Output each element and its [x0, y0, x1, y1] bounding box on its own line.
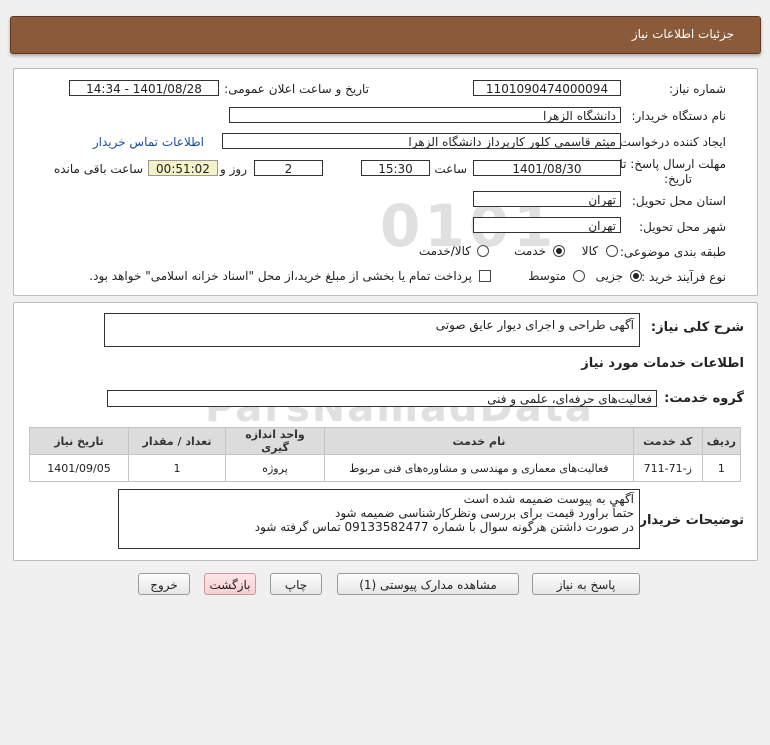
- requester-field: میثم قاسمی کلور کارپرداز دانشگاه الزهرا: [222, 133, 621, 149]
- category-service-radio[interactable]: [553, 245, 565, 257]
- treasury-payment-checkbox[interactable]: [479, 270, 491, 282]
- city-field: تهران: [473, 217, 621, 233]
- treasury-payment-note: پرداخت تمام یا بخشی از مبلغ خرید،از محل …: [89, 269, 472, 283]
- print-button[interactable]: چاپ: [270, 573, 322, 595]
- process-minor-label: جزیی: [595, 269, 623, 283]
- buyer-note-line: حتماً براورد قیمت برای بررسی ونظرکارشناس…: [334, 506, 634, 520]
- general-description-label: شرح کلی نیاز:: [650, 320, 744, 335]
- deadline-label-1: مهلت ارسال پاسخ: تا: [619, 157, 726, 171]
- cell-service-code: ز-71-711: [632, 454, 703, 482]
- requester-label: ایجاد کننده درخواست:: [615, 135, 726, 149]
- category-service-label: خدمت: [514, 244, 546, 258]
- col-unit: واحد اندازه گیری: [225, 427, 325, 455]
- exit-button[interactable]: خروج: [138, 573, 190, 595]
- buyer-notes-label: توضیحات خریدار:: [634, 513, 744, 528]
- col-service-code: کد خدمت: [632, 427, 703, 455]
- col-row: ردیف: [701, 427, 742, 455]
- category-goods-radio[interactable]: [606, 245, 618, 257]
- back-button[interactable]: بازگشت: [204, 573, 256, 595]
- deadline-time-field: 15:30: [361, 160, 430, 176]
- cell-unit: پروژه: [225, 454, 325, 482]
- cell-row: 1: [701, 454, 742, 482]
- category-goods-label: کالا: [581, 244, 598, 258]
- col-need-date: تاریخ نیاز: [29, 427, 129, 455]
- category-label: طبقه بندی موضوعی:: [619, 245, 726, 259]
- announce-label: تاریخ و ساعت اعلان عمومی:: [224, 82, 369, 96]
- city-label: شهر محل تحویل:: [639, 220, 726, 234]
- cell-need-date: 1401/09/05: [29, 454, 129, 482]
- province-field: تهران: [473, 191, 621, 207]
- buyer-contact-link[interactable]: اطلاعات تماس خریدار: [93, 135, 204, 149]
- process-medium-label: متوسط: [528, 269, 566, 283]
- category-goods-service-radio[interactable]: [477, 245, 489, 257]
- days-label: روز و: [220, 162, 247, 176]
- buyer-org-label: نام دستگاه خریدار:: [631, 109, 727, 123]
- general-description-field: آگهی طراحی و اجرای دیوار عایق صوتی: [104, 313, 640, 347]
- buyer-note-line: آگهی به پیوست ضمیمه شده است: [463, 492, 634, 506]
- remaining-time-field: 00:51:02: [148, 160, 218, 176]
- need-number-field: 1101090474000094: [473, 80, 621, 96]
- buyer-note-line: در صورت داشتن هرگونه سوال با شماره 09133…: [254, 520, 634, 534]
- cell-quantity: 1: [128, 454, 226, 482]
- cell-service-name: فعالیت‌های معماری و مهندسی و مشاوره‌های …: [324, 454, 634, 482]
- service-group-field: فعالیت‌های حرفه‌ای، علمی و فنی: [107, 390, 657, 407]
- need-number-label: شماره نیاز:: [669, 82, 726, 96]
- province-label: استان محل تحویل:: [631, 194, 726, 208]
- deadline-date-field: 1401/08/30: [473, 160, 621, 176]
- col-service-name: نام خدمت: [324, 427, 634, 455]
- deadline-time-label: ساعت: [434, 162, 467, 176]
- remaining-days-field: 2: [254, 160, 323, 176]
- services-table: ردیف کد خدمت نام خدمت واحد اندازه گیری ت…: [29, 427, 742, 482]
- remaining-time-label: ساعت باقی مانده: [53, 162, 143, 176]
- process-type-label: نوع فرآیند خرید :: [641, 270, 726, 284]
- page-header: جزئیات اطلاعات نیاز: [10, 16, 761, 54]
- buyer-org-field: دانشگاه الزهرا: [229, 107, 621, 123]
- process-minor-radio[interactable]: [630, 270, 642, 282]
- reply-button[interactable]: پاسخ به نیاز: [532, 573, 640, 595]
- deadline-label-2: تاریخ:: [664, 172, 692, 186]
- category-goods-service-label: کالا/خدمت: [418, 244, 471, 258]
- attachments-button[interactable]: مشاهده مدارک پیوستی (1): [337, 573, 519, 595]
- table-row: 1 ز-71-711 فعالیت‌های معماری و مهندسی و …: [29, 454, 742, 482]
- services-section-title: اطلاعات خدمات مورد نیاز: [581, 356, 744, 371]
- buyer-notes-field: آگهی به پیوست ضمیمه شده است حتماً براورد…: [118, 489, 640, 549]
- process-medium-radio[interactable]: [573, 270, 585, 282]
- announce-datetime-field: 1401/08/28 - 14:34: [69, 80, 219, 96]
- services-table-header: ردیف کد خدمت نام خدمت واحد اندازه گیری ت…: [29, 427, 742, 455]
- col-quantity: تعداد / مقدار: [128, 427, 226, 455]
- need-info-panel: [13, 68, 758, 296]
- page-title: جزئیات اطلاعات نیاز: [631, 27, 734, 41]
- service-group-label: گروه خدمت:: [664, 391, 744, 406]
